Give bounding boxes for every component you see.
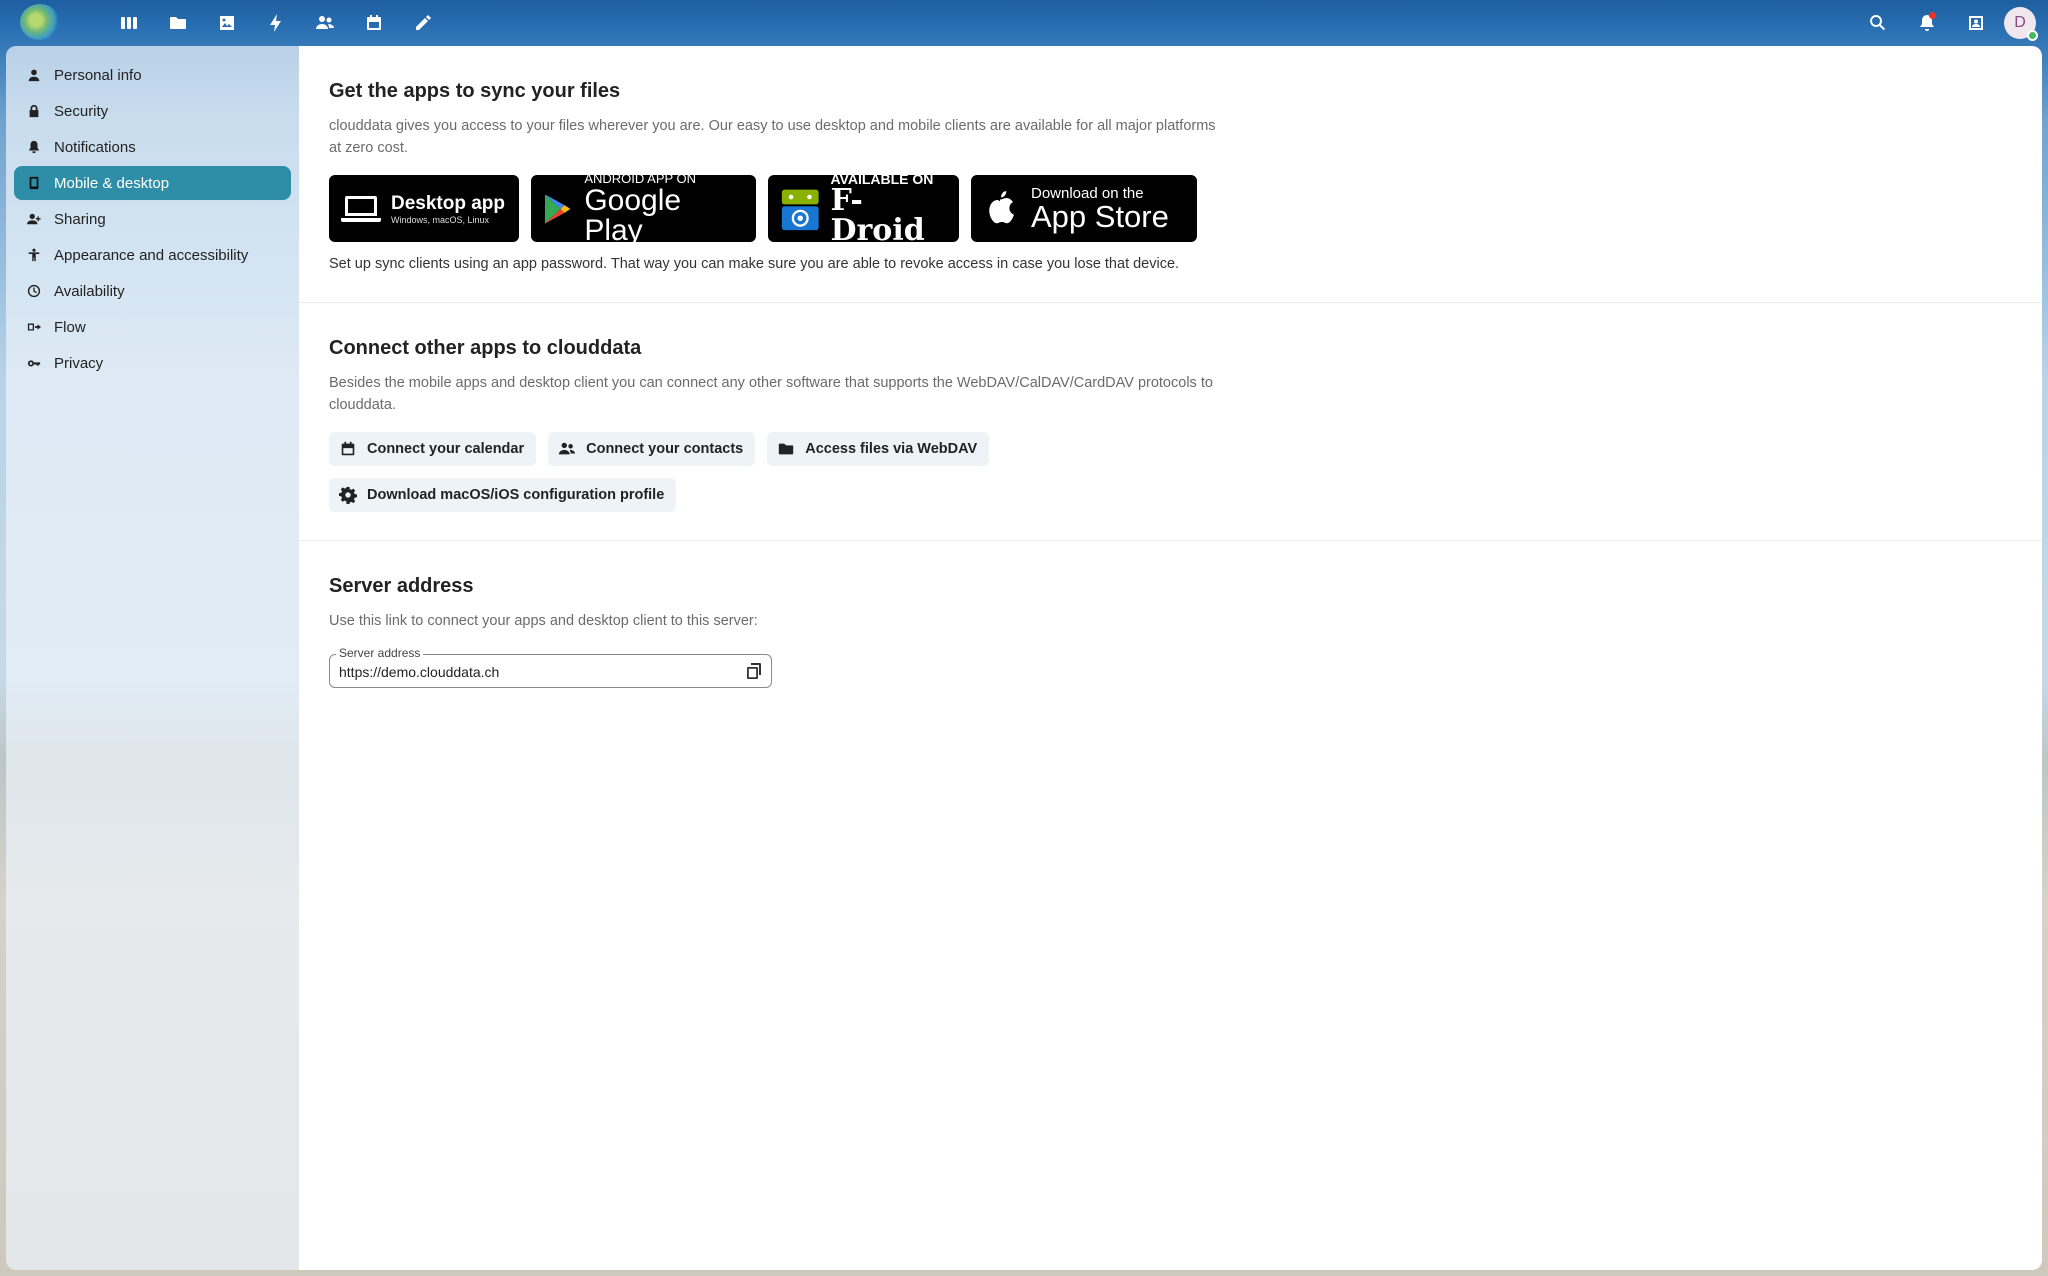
server-address-label: Server address: [336, 646, 424, 660]
main-content: Get the apps to sync your files clouddat…: [299, 46, 2042, 1270]
avatar-initial: D: [2014, 14, 2026, 31]
section-title: Server address: [329, 575, 474, 597]
google-play-icon: [544, 193, 571, 224]
lock-icon: [26, 103, 42, 119]
clouddata-logo[interactable]: [20, 4, 60, 40]
notification-dot: [1929, 12, 1936, 19]
sidebar-item-privacy[interactable]: Privacy: [14, 346, 291, 380]
flow-icon: [26, 319, 42, 335]
button-label: Connect your calendar: [367, 441, 525, 457]
sidebar-item-notifications[interactable]: Notifications: [14, 130, 291, 164]
sync-section: Get the apps to sync your files clouddat…: [299, 46, 2042, 303]
notifications-icon[interactable]: [1902, 0, 1951, 46]
sidebar-item-appearance[interactable]: Appearance and accessibility: [14, 238, 291, 272]
button-label: Access files via WebDAV: [805, 441, 978, 457]
section-description: clouddata gives you access to your files…: [329, 118, 1216, 156]
button-label: Download macOS/iOS configuration profile: [367, 487, 665, 503]
dashboard-icon[interactable]: [104, 0, 153, 46]
f-droid-icon: [781, 189, 819, 230]
sidebar-item-label: Mobile & desktop: [54, 174, 170, 192]
sidebar-item-label: Privacy: [54, 354, 104, 372]
sidebar-item-security[interactable]: Security: [14, 94, 291, 128]
folder-icon: [779, 443, 794, 455]
top-header: D: [0, 0, 2048, 46]
connect-contacts-button[interactable]: Connect your contacts: [548, 432, 756, 466]
desktop-app-badge[interactable]: Desktop app Windows, macOS, Linux: [329, 175, 519, 242]
sidebar-item-personal-info[interactable]: Personal info: [14, 58, 291, 92]
server-address-value[interactable]: https://demo.clouddata.ch: [339, 664, 499, 680]
section-title: Get the apps to sync your files: [329, 80, 621, 102]
user-avatar[interactable]: D: [2004, 7, 2038, 41]
desktop-badge-subtitle: Windows, macOS, Linux: [391, 214, 490, 225]
laptop-icon: [341, 195, 381, 222]
google-play-main-text: Google Play: [584, 183, 682, 247]
f-droid-main-text: F-Droid: [830, 182, 925, 248]
sidebar-item-label: Sharing: [54, 210, 106, 228]
activity-icon[interactable]: [251, 0, 300, 46]
online-status-indicator: [2027, 30, 2038, 41]
phone-icon: [26, 175, 42, 191]
sidebar-item-availability[interactable]: Availability: [14, 274, 291, 308]
person-icon: [26, 67, 42, 83]
settings-sidebar: Personal info Security Notifications Mob…: [6, 46, 299, 1270]
share-icon: [26, 211, 42, 227]
button-label: Connect your contacts: [586, 441, 744, 457]
connect-calendar-button[interactable]: Connect your calendar: [329, 432, 537, 466]
contacts-menu-icon[interactable]: [1951, 0, 2000, 46]
access-webdav-button[interactable]: Access files via WebDAV: [767, 432, 990, 466]
clock-icon: [26, 283, 42, 299]
sidebar-item-label: Flow: [54, 318, 86, 336]
sidebar-item-sharing[interactable]: Sharing: [14, 202, 291, 236]
desktop-badge-title: Desktop app: [391, 192, 506, 214]
apple-icon: [989, 190, 1014, 223]
f-droid-badge[interactable]: AVAILABLE ON F-Droid: [768, 172, 959, 245]
sidebar-item-flow[interactable]: Flow: [14, 310, 291, 344]
sidebar-item-label: Security: [54, 102, 109, 120]
copy-icon[interactable]: [745, 661, 765, 681]
photos-icon[interactable]: [202, 0, 251, 46]
sidebar-item-label: Availability: [54, 282, 125, 300]
contacts-icon: [559, 442, 576, 455]
notes-icon[interactable]: [398, 0, 447, 46]
section-description: Use this link to connect your apps and d…: [329, 613, 758, 629]
contacts-icon[interactable]: [300, 0, 349, 46]
gear-icon: [339, 486, 357, 504]
server-address-section: Server address Use this link to connect …: [299, 541, 2042, 718]
download-profile-button[interactable]: Download macOS/iOS configuration profile: [329, 478, 677, 512]
calendar-icon[interactable]: [349, 0, 398, 46]
sidebar-item-label: Appearance and accessibility: [54, 246, 249, 264]
google-play-badge[interactable]: ANDROID APP ON Google Play: [531, 171, 756, 245]
app-store-main-text: App Store: [1031, 199, 1169, 234]
calendar-icon: [341, 441, 355, 456]
connect-section: Connect other apps to clouddata Besides …: [299, 303, 2042, 541]
server-address-field[interactable]: Server address https://demo.clouddata.ch: [329, 646, 772, 688]
app-badges: Desktop app Windows, macOS, Linux ANDROI…: [329, 171, 2012, 245]
bell-icon: [26, 139, 42, 155]
search-icon[interactable]: [1853, 0, 1902, 46]
app-menu: [104, 0, 447, 46]
key-icon: [26, 355, 42, 371]
sidebar-item-label: Notifications: [54, 138, 136, 156]
app-store-badge[interactable]: Download on the App Store: [971, 175, 1197, 242]
sidebar-item-mobile-desktop[interactable]: Mobile & desktop: [14, 166, 291, 200]
section-description: Besides the mobile apps and desktop clie…: [329, 375, 1213, 413]
files-icon[interactable]: [153, 0, 202, 46]
app-password-note: Set up sync clients using an app passwor…: [329, 256, 1180, 272]
connect-buttons: Connect your calendar Connect your conta…: [329, 432, 1029, 512]
sidebar-item-label: Personal info: [54, 66, 142, 84]
accessibility-icon: [26, 247, 42, 263]
section-title: Connect other apps to clouddata: [329, 337, 642, 359]
header-right: D: [1853, 0, 2048, 46]
